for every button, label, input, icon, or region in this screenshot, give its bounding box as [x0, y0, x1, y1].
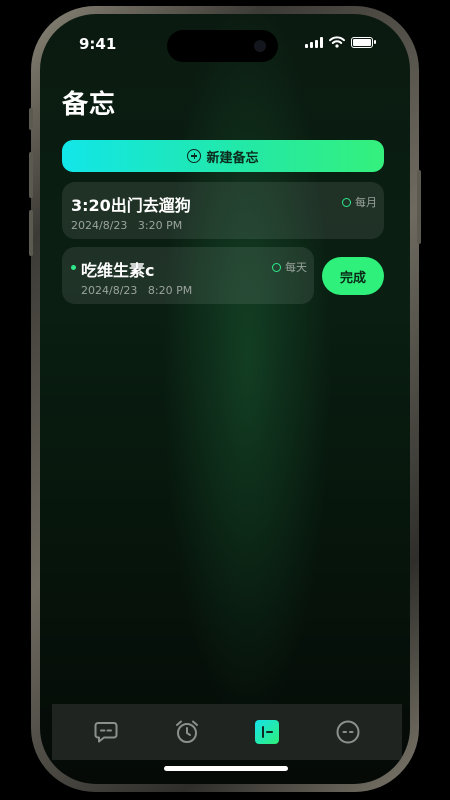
tab-memo[interactable] [247, 712, 287, 752]
power-button [417, 170, 421, 244]
camera-icon [254, 40, 266, 52]
face-icon [336, 720, 360, 744]
plus-circle-icon [187, 149, 202, 163]
memo-title: 吃维生素c [81, 261, 155, 280]
memo-repeat-label: 每月 [355, 196, 377, 209]
memo-list-icon [255, 720, 280, 744]
page-title: 备忘 [62, 90, 117, 120]
cellular-signal-icon [305, 36, 323, 48]
tab-profile[interactable] [328, 712, 368, 752]
mute-switch [29, 108, 33, 130]
status-time: 9:41 [79, 35, 117, 53]
memo-card[interactable]: 3:20出门去遛狗 2024/8/23 3:20 PM 每月 [62, 182, 384, 239]
volume-up-button [29, 152, 33, 198]
memo-card[interactable]: 吃维生素c 2024/8/23 8:20 PM 每天 [62, 247, 314, 304]
memo-repeat: 每月 [342, 194, 377, 210]
active-dot-icon [71, 265, 76, 270]
memo-datetime: 2024/8/23 8:20 PM [81, 284, 193, 297]
memo-repeat-label: 每天 [285, 261, 307, 274]
screen: 9:41 备忘 新建备忘 3:20出门去遛狗 2024/8/23 3:20 PM… [40, 14, 410, 784]
tab-alarm[interactable] [167, 712, 207, 752]
repeat-ring-icon [272, 262, 281, 272]
memo-title: 3:20出门去遛狗 [71, 196, 191, 215]
wifi-icon [329, 36, 345, 48]
status-icons [305, 36, 376, 48]
new-memo-button[interactable]: 新建备忘 [62, 140, 384, 172]
tab-chat[interactable] [86, 712, 126, 752]
battery-cap [374, 40, 376, 44]
home-indicator[interactable] [164, 766, 288, 771]
chat-bubble-icon [94, 722, 118, 743]
complete-button[interactable]: 完成 [322, 257, 384, 295]
tab-bar [52, 704, 402, 760]
memo-repeat: 每天 [272, 259, 307, 275]
repeat-ring-icon [342, 197, 351, 207]
alarm-clock-icon [175, 720, 198, 743]
new-memo-label: 新建备忘 [206, 150, 259, 166]
memo-datetime: 2024/8/23 3:20 PM [71, 219, 183, 232]
battery-icon [351, 36, 373, 48]
dynamic-island [167, 30, 278, 62]
volume-down-button [29, 210, 33, 256]
